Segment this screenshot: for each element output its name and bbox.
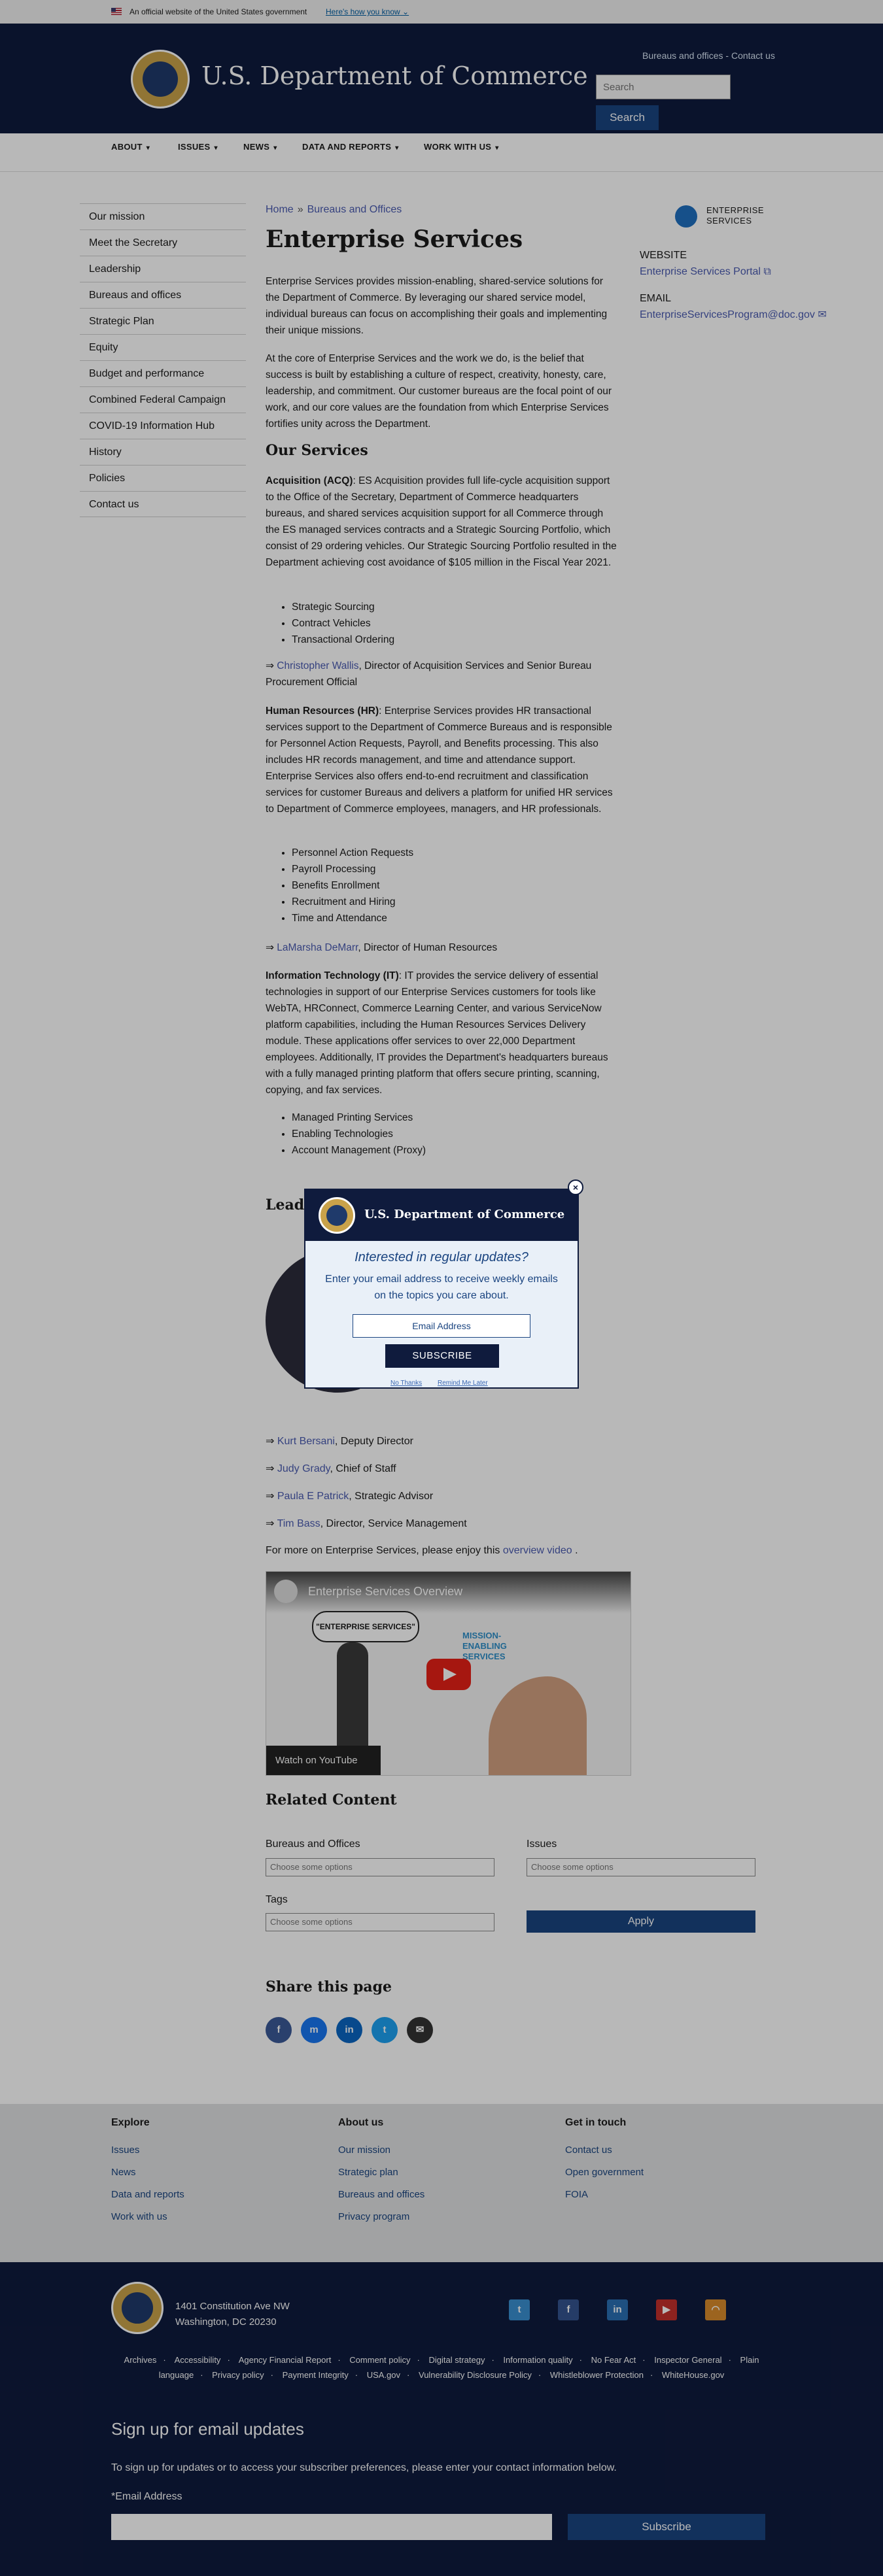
close-icon[interactable]: × <box>568 1179 583 1195</box>
remind-me-later-link[interactable]: Remind Me Later <box>438 1380 488 1387</box>
modal-title: U.S. Department of Commerce <box>364 1208 565 1221</box>
modal-email-input[interactable]: Email Address <box>353 1314 530 1338</box>
modal-text: Enter your email address to receive week… <box>325 1274 558 1301</box>
modal-heading: Interested in regular updates? <box>355 1250 528 1264</box>
no-thanks-link[interactable]: No Thanks <box>390 1380 422 1387</box>
modal-subscribe-button[interactable]: SUBSCRIBE <box>385 1344 499 1368</box>
modal-seal-icon <box>319 1197 355 1234</box>
modal-header: U.S. Department of Commerce <box>305 1190 578 1241</box>
email-updates-modal: U.S. Department of Commerce Interested i… <box>304 1189 579 1389</box>
